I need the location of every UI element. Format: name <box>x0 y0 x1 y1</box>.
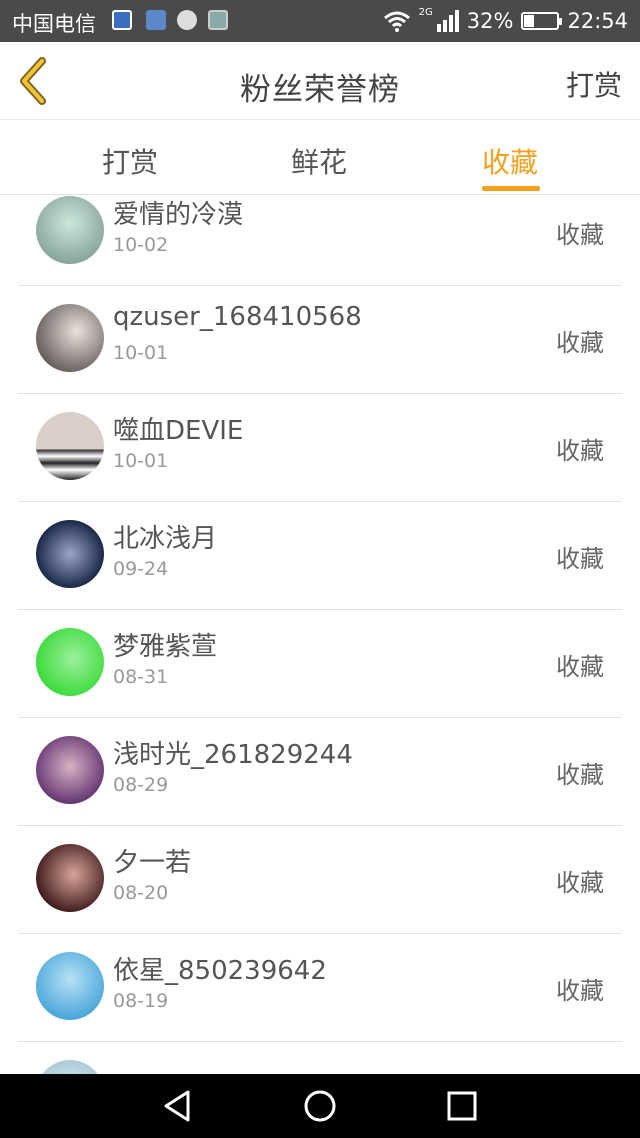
image-notification-icon <box>208 10 228 30</box>
username: 梦雅紫萱 <box>113 632 218 662</box>
list-item[interactable]: 梦雅紫萱 08-31 收藏 <box>0 610 640 718</box>
battery-icon <box>521 12 563 30</box>
page-title: 粉丝荣誉榜 <box>240 72 400 108</box>
avatar <box>36 952 104 1020</box>
avatar <box>36 1060 104 1074</box>
system-nav-bar <box>0 1074 640 1138</box>
list-item[interactable]: 夕一若 08-20 收藏 <box>0 826 640 934</box>
list-item[interactable]: 浅时光_261829244 08-29 收藏 <box>0 718 640 826</box>
avatar <box>36 736 104 804</box>
home-circle-icon[interactable] <box>302 1088 338 1124</box>
action-label: 收藏 <box>556 329 604 357</box>
date: 08-19 <box>113 990 169 1012</box>
username: 夕一若 <box>113 848 192 878</box>
list-item[interactable]: 依星_850239642 08-19 收藏 <box>0 934 640 1042</box>
action-label: 收藏 <box>556 761 604 789</box>
tab-flowers[interactable]: 鲜花 <box>291 141 347 181</box>
battery-percent: 32% <box>466 9 514 33</box>
carrier-name: 中国电信 <box>12 12 96 36</box>
username: 浅时光_261829244 <box>113 740 353 770</box>
fan-list[interactable]: 爱情的冷漠 10-02 收藏 qzuser_168410568 10-01 收藏… <box>0 196 640 1074</box>
username: 噬血DEVIE <box>113 416 244 446</box>
action-label: 收藏 <box>556 653 604 681</box>
action-label: 收藏 <box>556 977 604 1005</box>
signal-icon <box>436 10 459 32</box>
avatar <box>36 844 104 912</box>
face-notification-icon <box>177 10 197 30</box>
shield-icon <box>112 10 132 30</box>
username: qzuser_168410568 <box>113 302 362 332</box>
back-triangle-icon[interactable] <box>160 1088 196 1124</box>
wifi-icon <box>383 11 410 32</box>
date: 08-29 <box>113 774 169 796</box>
username: 爱情的冷漠 <box>113 200 244 230</box>
date: 08-20 <box>113 882 169 904</box>
list-item[interactable]: 爱情的冷漠 10-02 收藏 <box>0 196 640 286</box>
username: 依星_850239642 <box>113 956 327 986</box>
date: 10-02 <box>113 234 169 256</box>
avatar <box>36 304 104 372</box>
date: 08-31 <box>113 666 169 688</box>
tab-reward[interactable]: 打赏 <box>102 141 158 181</box>
list-item[interactable]: qzuser_168410568 10-01 收藏 <box>0 286 640 394</box>
date: 10-01 <box>113 342 169 364</box>
active-tab-indicator <box>482 186 540 191</box>
status-bar: 中国电信 2G 32% 22:54 <box>0 0 640 42</box>
avatar <box>36 196 104 264</box>
tab-favorites[interactable]: 收藏 <box>482 141 538 181</box>
list-item[interactable]: 北冰浅月 09-24 收藏 <box>0 502 640 610</box>
list-item[interactable]: 噬血DEVIE 10-01 收藏 <box>0 394 640 502</box>
reward-button[interactable]: 打赏 <box>566 64 622 104</box>
avatar <box>36 412 104 480</box>
avatar <box>36 520 104 588</box>
status-right-group: 2G 32% 22:54 <box>383 6 628 34</box>
network-type-label: 2G <box>418 6 433 18</box>
recents-square-icon[interactable] <box>444 1088 480 1124</box>
app-notification-icon <box>146 10 166 30</box>
clock: 22:54 <box>567 9 628 33</box>
date: 09-24 <box>113 558 169 580</box>
action-label: 收藏 <box>556 869 604 897</box>
avatar <box>36 628 104 696</box>
username: 北冰浅月 <box>113 524 218 554</box>
date: 10-01 <box>113 450 169 472</box>
tab-bar: 打赏 鲜花 收藏 <box>0 121 640 195</box>
action-label: 收藏 <box>556 221 604 249</box>
app-header: 粉丝荣誉榜 打赏 <box>0 42 640 120</box>
action-label: 收藏 <box>556 437 604 465</box>
action-label: 收藏 <box>556 545 604 573</box>
list-item[interactable] <box>0 1042 640 1074</box>
